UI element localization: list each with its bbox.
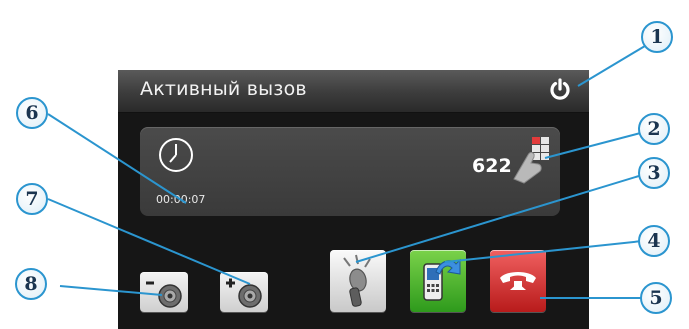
title-bar: Активный вызов: [118, 70, 589, 113]
clock-icon: [156, 135, 196, 175]
callout-2: 2: [638, 113, 670, 145]
callout-3: 3: [638, 157, 670, 189]
phone-number: 622: [472, 155, 512, 177]
call-transfer-button[interactable]: [410, 250, 466, 312]
callout-4: 4: [638, 225, 670, 257]
callout-1: 1: [641, 21, 673, 53]
callout-5: 5: [640, 282, 672, 314]
call-timer: 00:00:07: [156, 193, 206, 206]
hang-up-button[interactable]: [490, 250, 546, 312]
callout-8: 8: [15, 268, 47, 300]
callout-6: 6: [16, 97, 48, 129]
microphone-icon: [343, 254, 371, 307]
volume-down-button[interactable]: [140, 272, 188, 312]
hang-up-icon: [500, 272, 536, 290]
device-illustration: Активный вызов 00:00:07 622 1 2 3 4 5 6 …: [0, 0, 689, 329]
callout-7: 7: [16, 183, 48, 215]
volume-up-button[interactable]: [220, 272, 268, 312]
call-info-panel: 00:00:07 622: [140, 127, 560, 216]
volume-up-icon: [226, 278, 262, 308]
microphone-mute-button[interactable]: [330, 250, 386, 312]
screen-title: Активный вызов: [140, 78, 307, 100]
keypad-hand-icon[interactable]: [510, 135, 556, 185]
volume-down-icon: [146, 281, 182, 308]
navigator-screen: Активный вызов 00:00:07 622: [118, 70, 589, 329]
power-icon[interactable]: [546, 76, 574, 104]
phone-transfer-icon: [423, 258, 461, 301]
